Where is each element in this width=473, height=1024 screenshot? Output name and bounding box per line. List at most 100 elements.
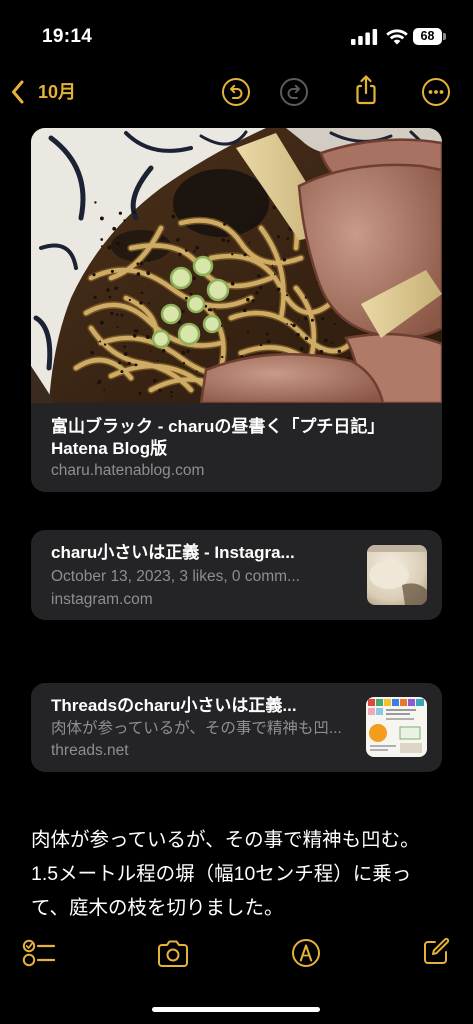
status-time: 19:14 <box>42 26 93 47</box>
note-body[interactable]: 肉体が参っているが、その事で精神も凹む。 1.5メートル程の塀（幅10センチ程）… <box>31 823 451 925</box>
pepper-speck <box>138 391 142 395</box>
pepper-speck <box>251 299 255 303</box>
pepper-speck <box>259 343 263 347</box>
pepper-speck <box>161 349 166 353</box>
checklist-icon <box>22 939 56 967</box>
pepper-speck <box>153 378 157 383</box>
pepper-speck <box>100 245 103 248</box>
pepper-speck <box>236 203 239 206</box>
pepper-speck <box>120 370 124 374</box>
pepper-speck <box>132 210 136 214</box>
more-button[interactable] <box>421 77 451 107</box>
redo-button[interactable] <box>279 77 309 107</box>
redo-icon <box>280 78 308 106</box>
back-button[interactable]: 10月 <box>10 78 76 106</box>
link-domain: charu.hatenablog.com <box>51 462 205 479</box>
pepper-speck <box>120 313 124 317</box>
share-button[interactable] <box>352 74 380 106</box>
more-icon <box>422 78 450 106</box>
link-card[interactable]: 富山ブラック - charuの昼書く「プチ日記」 Hatena Blog版 ch… <box>31 128 442 492</box>
pepper-speck <box>132 333 137 338</box>
pepper-speck <box>162 237 165 241</box>
pepper-speck <box>123 352 128 356</box>
compose-button[interactable] <box>421 936 451 966</box>
pepper-speck <box>182 361 186 365</box>
pepper-speck <box>184 296 188 300</box>
battery-level: 68 <box>420 29 435 43</box>
checklist-button[interactable] <box>22 938 56 968</box>
pepper-speck <box>178 252 182 257</box>
pepper-speck <box>94 201 97 204</box>
pepper-speck <box>231 253 234 256</box>
markup-button[interactable] <box>291 938 321 968</box>
pepper-speck <box>136 272 141 276</box>
pepper-speck <box>298 319 300 321</box>
pepper-speck <box>92 273 96 277</box>
pepper-speck <box>286 323 288 325</box>
pepper-speck <box>90 350 95 355</box>
pepper-speck <box>333 323 337 326</box>
pepper-speck <box>127 361 131 366</box>
pepper-speck <box>146 271 150 275</box>
link-domain: instagram.com <box>51 591 153 608</box>
pepper-speck <box>116 241 120 246</box>
link-card[interactable]: Threadsのcharu小さいは正義... 肉体が参っているが、その事で精神も… <box>31 683 442 772</box>
pepper-speck <box>99 216 104 221</box>
pepper-speck <box>93 295 97 299</box>
pepper-speck <box>266 339 271 344</box>
pepper-speck <box>221 238 226 242</box>
pepper-speck <box>99 320 104 325</box>
pepper-speck <box>181 310 185 314</box>
markup-icon <box>292 939 320 967</box>
pepper-speck <box>148 260 151 262</box>
camera-button[interactable] <box>156 938 190 968</box>
pepper-speck <box>118 361 121 365</box>
pepper-speck <box>170 395 173 398</box>
pepper-speck <box>255 291 259 295</box>
pepper-speck <box>310 318 314 322</box>
pepper-speck <box>108 295 112 299</box>
link-thumbnail <box>367 545 427 605</box>
pepper-speck <box>133 329 137 333</box>
pepper-speck <box>118 211 123 215</box>
link-preview-image <box>31 128 442 403</box>
link-title-line: Hatena Blog版 <box>51 439 168 458</box>
wifi-icon <box>386 29 408 45</box>
pepper-speck <box>139 261 144 266</box>
share-icon <box>356 75 376 105</box>
pepper-speck <box>116 326 119 329</box>
pepper-speck <box>156 359 159 362</box>
pepper-speck <box>286 237 289 240</box>
pepper-speck <box>148 302 150 305</box>
cellular-signal-icon <box>351 29 378 45</box>
pepper-speck <box>128 298 131 302</box>
pepper-speck <box>170 390 173 394</box>
pepper-speck <box>158 388 162 392</box>
pepper-speck <box>103 388 106 391</box>
pepper-speck <box>196 370 198 373</box>
pepper-speck <box>259 286 263 290</box>
pepper-speck <box>149 350 152 353</box>
pepper-speck <box>285 294 289 297</box>
pepper-speck <box>171 214 176 219</box>
pepper-speck <box>282 258 287 262</box>
pepper-speck <box>337 349 341 353</box>
pepper-speck <box>240 354 244 358</box>
pepper-speck <box>249 223 254 227</box>
pepper-speck <box>100 238 104 241</box>
pepper-speck <box>246 331 250 334</box>
pepper-speck <box>296 332 300 337</box>
pepper-speck <box>271 264 274 267</box>
undo-button[interactable] <box>221 77 251 107</box>
pepper-speck <box>136 262 140 266</box>
pepper-speck <box>106 288 110 292</box>
camera-icon <box>158 940 188 967</box>
home-indicator <box>152 1007 320 1012</box>
pepper-speck <box>331 341 334 345</box>
pepper-speck <box>226 239 231 243</box>
pepper-speck <box>243 253 247 257</box>
link-card[interactable]: charu小さいは正義 - Instagra... October 13, 20… <box>31 530 442 620</box>
link-title: 富山ブラック - charuの昼書く「プチ日記」 Hatena Blog版 <box>51 416 426 460</box>
pepper-speck <box>140 291 144 295</box>
link-subtitle: October 13, 2023, 3 likes, 0 comm... <box>51 568 300 585</box>
